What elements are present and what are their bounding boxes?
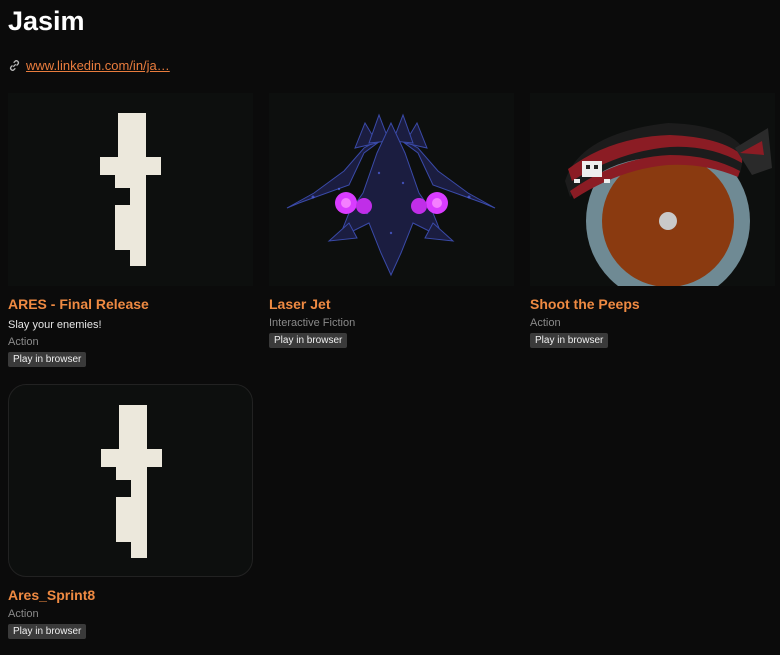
game-card-laser-jet[interactable]: Laser Jet Interactive Fiction Play in br… (269, 93, 514, 348)
game-title[interactable]: Ares_Sprint8 (8, 587, 253, 603)
game-card-shoot-the-peeps[interactable]: Shoot the Peeps Action Play in browser (530, 93, 775, 348)
profile-link-row: www.linkedin.com/in/ja… (8, 58, 170, 73)
play-in-browser-badge: Play in browser (8, 352, 87, 367)
play-in-browser-badge: Play in browser (269, 333, 348, 348)
profile-name: Jasim (8, 6, 85, 36)
pirate-eye-icon (565, 123, 772, 286)
game-thumbnail[interactable] (8, 93, 253, 286)
game-genre: Action (8, 336, 39, 348)
game-card-ares-final[interactable]: ARES - Final Release Slay your enemies! … (8, 93, 253, 367)
game-title[interactable]: ARES - Final Release (8, 296, 253, 312)
game-genre: Action (530, 317, 561, 329)
play-in-browser-badge: Play in browser (530, 333, 609, 348)
ares-sword-icon (100, 113, 161, 266)
linkedin-link[interactable]: www.linkedin.com/in/ja… (26, 58, 170, 73)
game-thumbnail[interactable] (269, 93, 514, 286)
game-genre: Action (8, 608, 39, 620)
spaceship-icon (286, 113, 496, 277)
link-icon (9, 60, 20, 71)
game-thumbnail[interactable] (8, 384, 253, 577)
play-in-browser-badge: Play in browser (8, 624, 87, 639)
game-title[interactable]: Laser Jet (269, 296, 514, 312)
game-title[interactable]: Shoot the Peeps (530, 296, 775, 312)
game-short-text: Slay your enemies! (8, 319, 102, 331)
game-thumbnail[interactable] (530, 93, 775, 286)
game-genre: Interactive Fiction (269, 317, 356, 329)
game-card-ares-sprint8[interactable]: Ares_Sprint8 Action Play in browser (8, 384, 253, 639)
ares-sword-icon (101, 405, 162, 558)
